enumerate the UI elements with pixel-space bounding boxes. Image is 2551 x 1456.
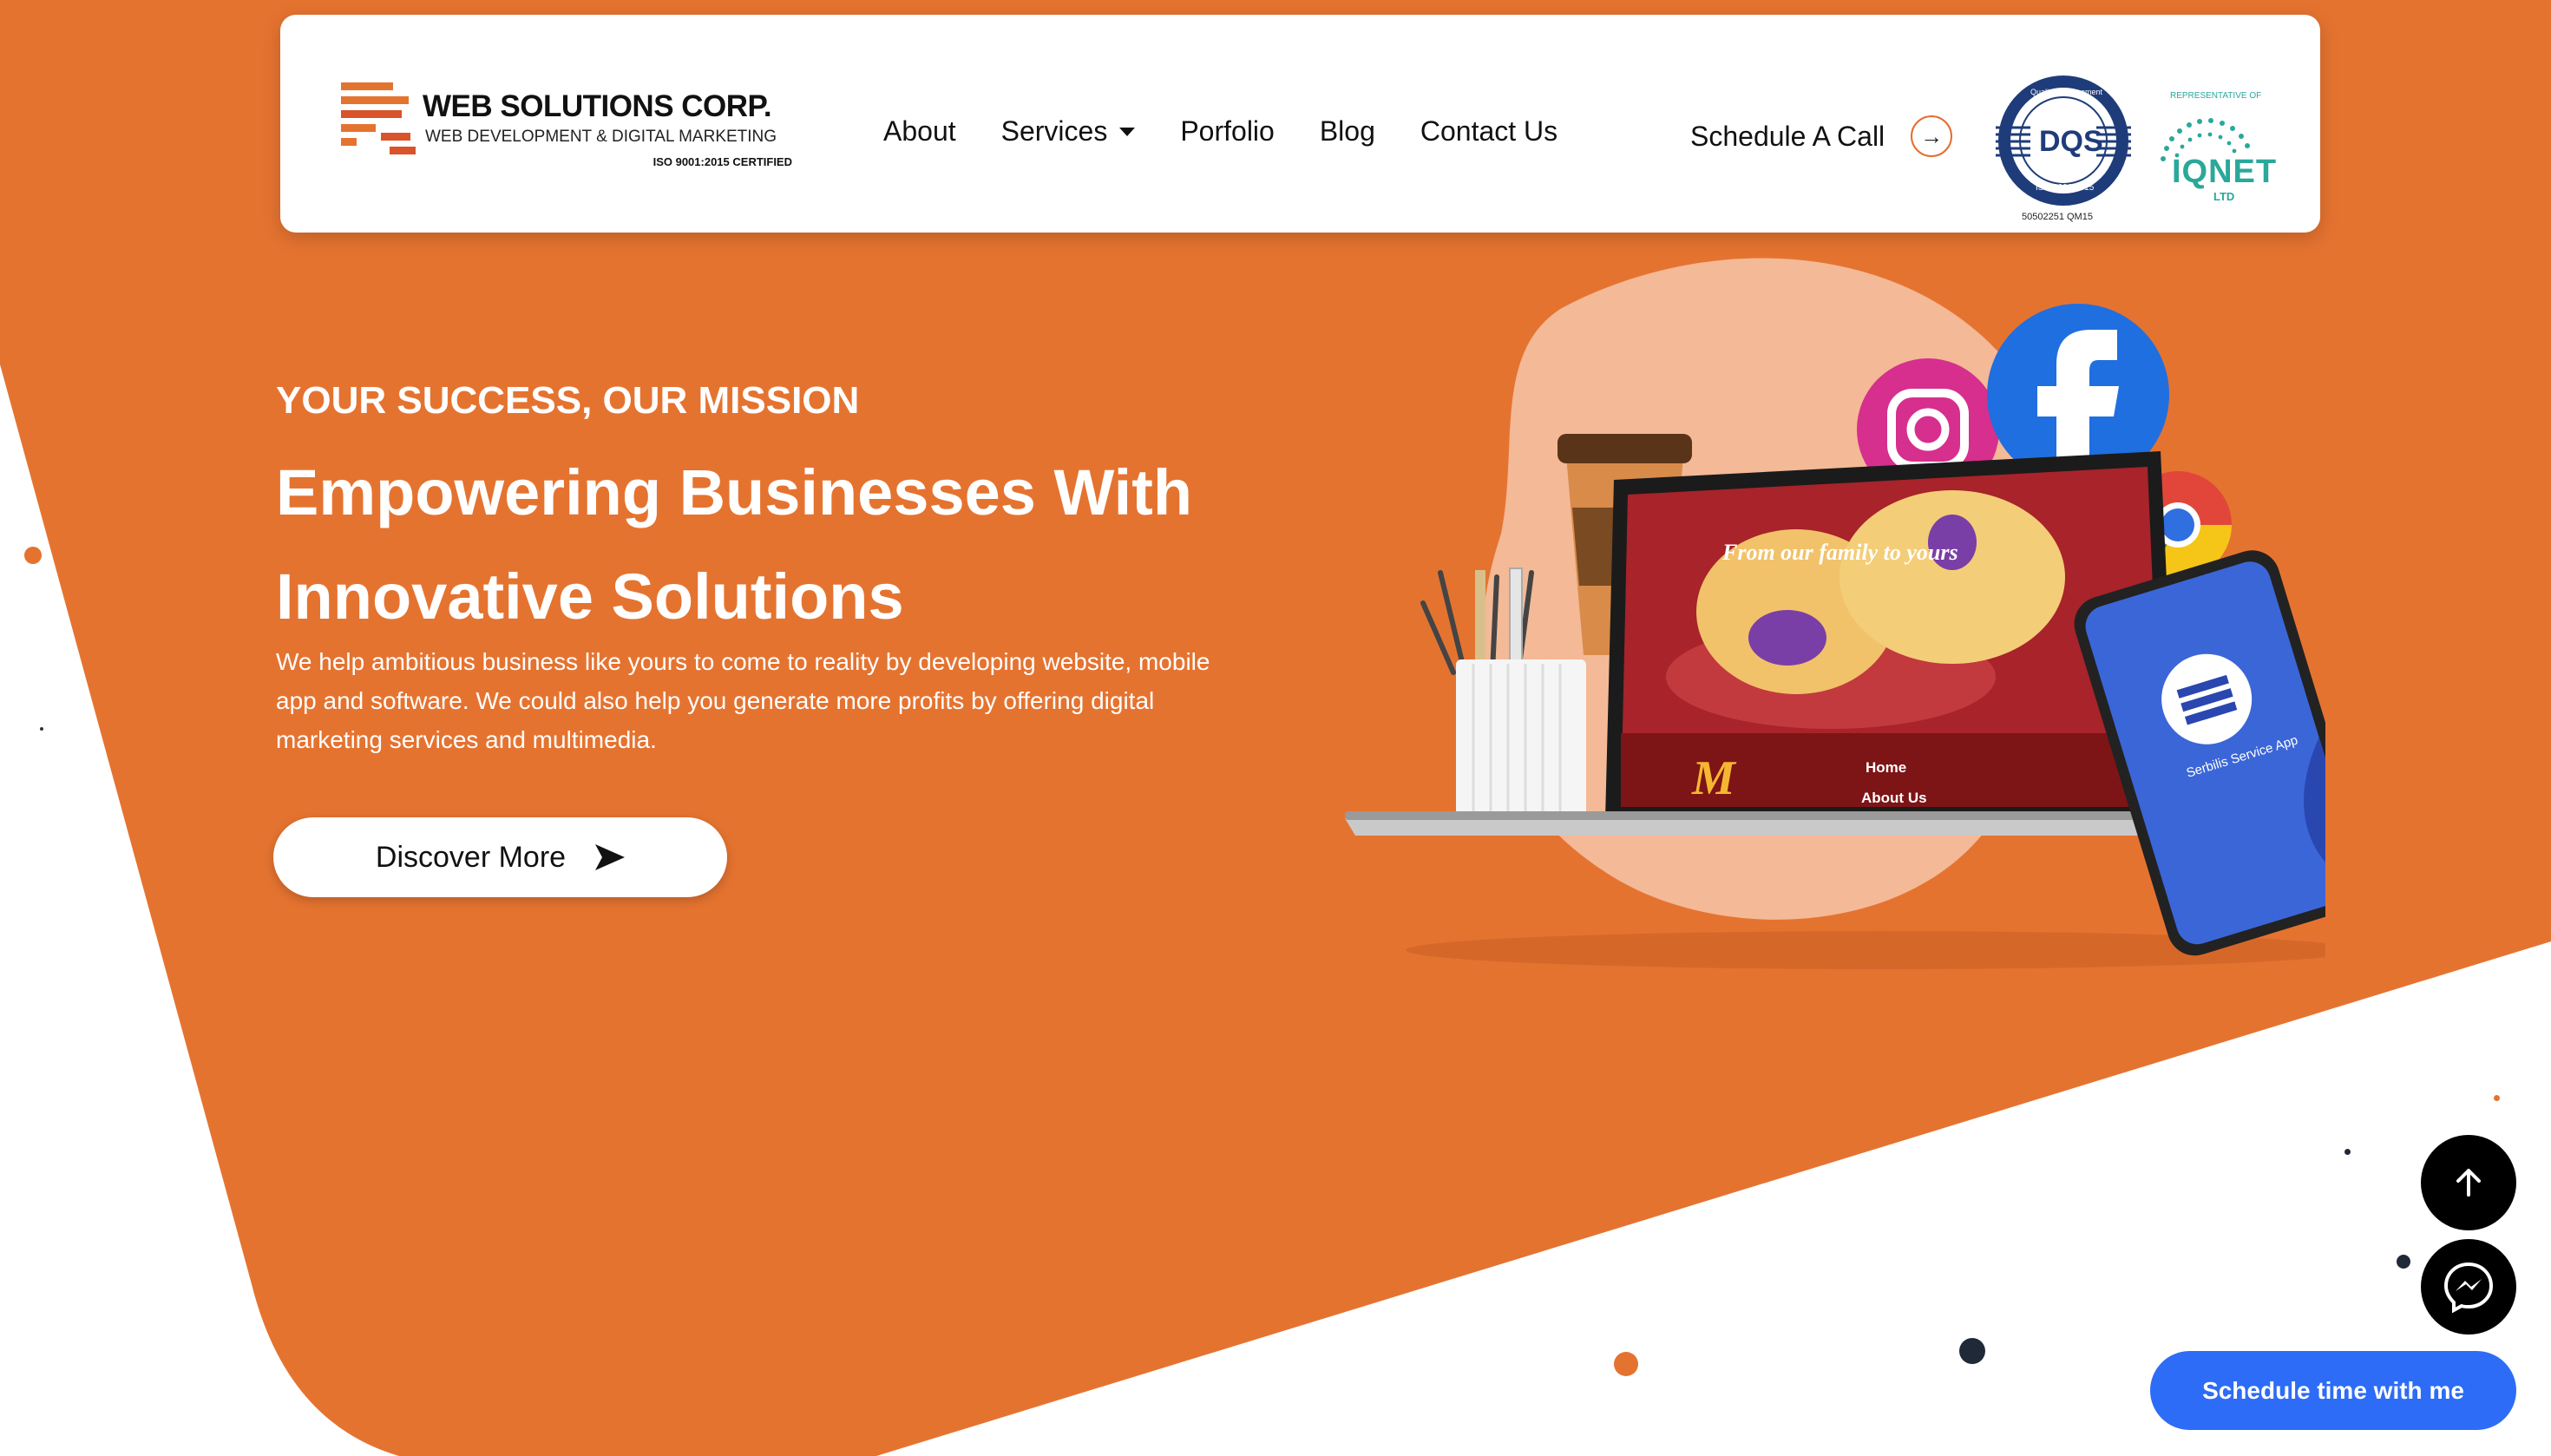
send-arrow-icon (595, 844, 626, 870)
discover-more-button[interactable]: Discover More (273, 817, 727, 897)
decorative-dot (2344, 1149, 2351, 1155)
decorative-dot (24, 547, 42, 564)
nav-label: About (883, 115, 956, 147)
company-logo[interactable]: WEB SOLUTIONS CORP. WEB DEVELOPMENT & DI… (341, 69, 792, 190)
schedule-call-link[interactable]: Schedule A Call → (1690, 115, 1953, 157)
hero-illustration: From our family to yours Home About Us M… (1345, 258, 2325, 969)
decorative-dot (1614, 1352, 1638, 1376)
nav-portfolio[interactable]: Porfolio (1180, 115, 1275, 148)
logo-tagline: WEB DEVELOPMENT & DIGITAL MARKETING (425, 128, 777, 146)
arrow-up-icon (2456, 1169, 2481, 1197)
nav-about[interactable]: About (883, 115, 956, 148)
nav-contact[interactable]: Contact Us (1420, 115, 1557, 148)
laptop-menu-home: Home (1866, 759, 1906, 776)
hero-title: Empowering Businesses With Innovative So… (276, 456, 1193, 633)
messenger-button[interactable] (2421, 1239, 2516, 1335)
iqnet-rep-text: REPRESENTATIVE OF (2170, 91, 2262, 101)
decorative-dot (2397, 1255, 2410, 1269)
iqnet-ltd: LTD (2213, 190, 2235, 203)
caret-down-icon (1119, 127, 1136, 136)
svg-text:M: M (1691, 751, 1737, 805)
nav-label: Blog (1319, 115, 1375, 147)
nav-label: Services (1000, 115, 1108, 147)
messenger-icon (2443, 1262, 2494, 1314)
schedule-time-button[interactable]: Schedule time with me (2150, 1351, 2516, 1430)
schedule-call-label: Schedule A Call (1690, 120, 1885, 152)
decorative-dot (40, 727, 43, 731)
iqnet-badge: REPRESENTATIVE OF IQNET LTD (2137, 75, 2276, 214)
back-to-top-button[interactable] (2421, 1135, 2516, 1230)
dqs-bottom-text: ISO 9001:2015 (2036, 183, 2095, 193)
discover-more-label: Discover More (375, 840, 567, 874)
nav-label: Contact Us (1420, 115, 1558, 147)
nav-label: Porfolio (1180, 115, 1275, 147)
arrow-right-icon: → (1911, 115, 1953, 157)
dqs-top-text: Quality Management (2030, 88, 2103, 96)
dqs-certification-badge: Quality Management DQS ISO 9001:2015 505… (1994, 75, 2133, 227)
laptop-headline: From our family to yours (1721, 540, 1958, 565)
iqnet-name: IQNET (2172, 154, 2278, 190)
decorative-dot (1959, 1338, 1985, 1364)
site-header: WEB SOLUTIONS CORP. WEB DEVELOPMENT & DI… (280, 15, 2320, 233)
hero-kicker: YOUR SUCCESS, OUR MISSION (276, 379, 860, 422)
nav-blog[interactable]: Blog (1320, 115, 1375, 148)
decorative-dot (2494, 1095, 2500, 1101)
dqs-mid-text: DQS (2039, 125, 2103, 158)
dqs-number: 50502251 QM15 (2022, 212, 2093, 222)
logo-name: WEB SOLUTIONS CORP. (423, 89, 772, 123)
main-nav: About Services Porfolio Blog Contact Us (883, 115, 1603, 148)
logo-certification: ISO 9001:2015 CERTIFIED (653, 155, 792, 168)
laptop-menu-about: About Us (1861, 790, 1927, 806)
nav-services[interactable]: Services (1001, 115, 1136, 148)
hero-description: We help ambitious business like yours to… (276, 648, 1210, 753)
logo-mark-icon (341, 82, 416, 154)
